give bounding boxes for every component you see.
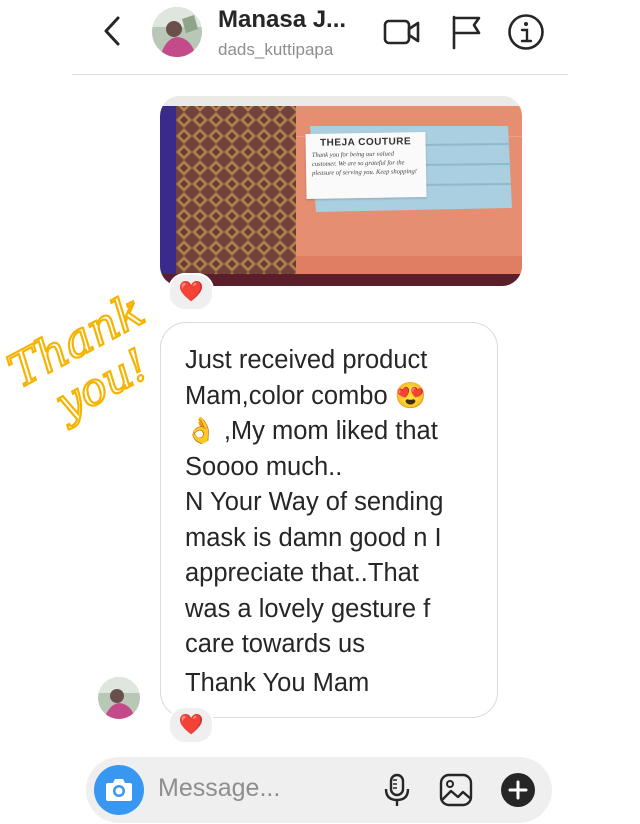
flag-icon (452, 15, 481, 50)
photo-reaction[interactable]: ❤️ (168, 273, 214, 311)
contact-name[interactable]: Manasa J... (218, 6, 346, 34)
card-note: Thank you for being our valued customer.… (311, 150, 418, 177)
avatar[interactable] (152, 7, 202, 57)
info-button[interactable] (506, 12, 546, 52)
microphone-icon (384, 773, 410, 806)
message-line: 👌 ,My mom liked that (185, 417, 438, 445)
message-line: care towards us (185, 630, 365, 658)
report-button[interactable] (446, 12, 486, 52)
video-camera-icon (383, 19, 420, 45)
contact-username: dads_kuttipapa (218, 40, 334, 59)
chevron-left-icon (104, 16, 120, 46)
message-closing: Thank You Mam (185, 668, 370, 697)
card-brand: THEJA COUTURE (319, 136, 412, 149)
thank-you-card: THEJA COUTURE Thank you for being our va… (305, 131, 427, 200)
gallery-button[interactable] (438, 772, 474, 808)
message-input[interactable]: Message... (158, 774, 280, 803)
image-gallery-icon (439, 773, 473, 807)
right-margin (568, 0, 640, 824)
left-margin (0, 0, 72, 824)
camera-icon (106, 779, 132, 801)
message-composer: Message... (86, 757, 552, 823)
message-line: mask is damn good n I (185, 523, 442, 552)
voice-message-button[interactable] (379, 772, 415, 808)
chat-header: Manasa J... dads_kuttipapa (72, 0, 568, 75)
message-line: appreciate that..That (185, 559, 419, 587)
more-options-button[interactable] (500, 772, 536, 808)
message-line: was a lovely gesture f (185, 594, 431, 623)
info-icon (508, 14, 544, 50)
received-message-bubble[interactable]: Just received product Mam,color combo 😍 … (160, 322, 498, 718)
heart-emoji: ❤️ (178, 281, 204, 303)
message-reaction[interactable]: ❤️ (168, 706, 214, 744)
shared-photo-message[interactable]: THEJA COUTURE Thank you for being our va… (160, 96, 522, 286)
camera-button[interactable] (94, 765, 144, 815)
video-call-button[interactable] (382, 12, 422, 52)
sender-avatar[interactable] (98, 677, 140, 719)
message-line: Just received product (185, 346, 428, 374)
plus-icon (501, 773, 535, 807)
message-line: Soooo much.. (185, 452, 343, 481)
message-line: Mam,color combo 😍 (185, 381, 427, 410)
message-line: N Your Way of sending (185, 488, 444, 516)
heart-emoji: ❤️ (178, 714, 204, 736)
back-button[interactable] (98, 14, 126, 48)
